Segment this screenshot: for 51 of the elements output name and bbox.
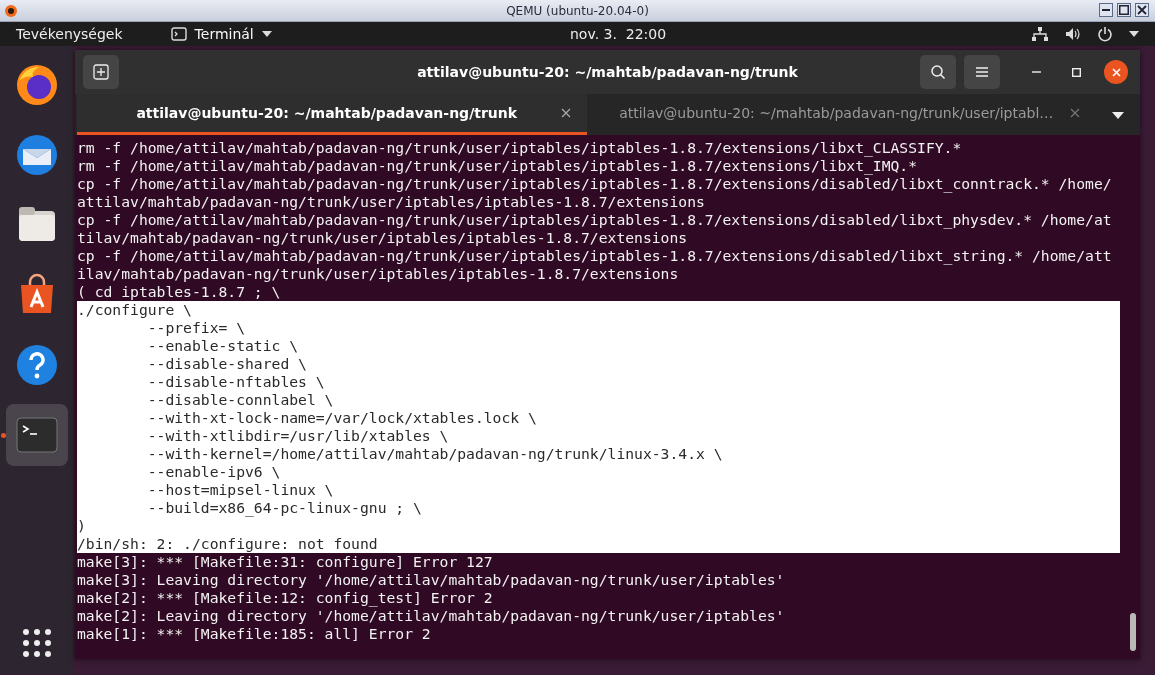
caret-icon bbox=[1129, 31, 1139, 37]
terminal-line: tilav/mahtab/padavan-ng/trunk/user/iptables/iptables-1.8.7/extensions bbox=[77, 229, 689, 247]
terminal-line: rm -f /home/attilav/mahtab/padavan-ng/trunk/user/iptables/iptables-1.8.7/extensions/libxt_CLASSIFY.* bbox=[77, 139, 963, 157]
terminal-tab[interactable]: attilav@ubuntu-20: ~/mahtab/padavan-ng/trunk bbox=[77, 94, 587, 135]
terminal-line: ilav/mahtab/padavan-ng/trunk/user/iptables/iptables-1.8.7/extensions bbox=[77, 265, 680, 283]
menu-button[interactable] bbox=[964, 55, 1000, 89]
app-menu-button[interactable]: Terminál bbox=[170, 23, 272, 45]
terminal-line: make[1]: *** [Makefile:185: all] Error 2 bbox=[77, 625, 432, 643]
maximize-icon bbox=[1071, 67, 1081, 77]
close-icon[interactable] bbox=[560, 108, 571, 118]
terminal-line: ( cd iptables-1.8.7 ; \ bbox=[77, 283, 282, 301]
minimize-button[interactable] bbox=[1099, 3, 1113, 17]
close-button[interactable] bbox=[1135, 3, 1149, 17]
close-icon bbox=[1111, 67, 1121, 77]
terminal-line: make[2]: Leaving directory '/home/attilav/mahtab/padavan-ng/trunk/user/iptables' bbox=[77, 607, 786, 625]
activities-button[interactable]: Tevékenységek bbox=[16, 23, 123, 45]
show-apps-button[interactable] bbox=[21, 628, 52, 658]
maximize-icon bbox=[1119, 5, 1129, 15]
network-icon bbox=[1031, 26, 1049, 42]
window-title: QEMU (ubuntu-20.04-0) bbox=[506, 2, 649, 20]
terminal-line: cp -f /home/attilav/mahtab/padavan-ng/trunk/user/iptables/iptables-1.8.7/extensions/disabled/libxt_physdev.* /home/at bbox=[77, 211, 1113, 229]
terminal-line: rm -f /home/attilav/mahtab/padavan-ng/trunk/user/iptables/iptables-1.8.7/extensions/libxt_IMQ.* bbox=[77, 157, 919, 175]
terminal-icon bbox=[170, 27, 187, 41]
terminal-line: cp -f /home/attilav/mahtab/padavan-ng/trunk/user/iptables/iptables-1.8.7/extensions/disabled/libxt_conntrack.* /home/ bbox=[77, 175, 1113, 193]
terminal-line: attilav/mahtab/padavan-ng/trunk/user/iptables/iptables-1.8.7/extensions bbox=[77, 193, 706, 211]
terminal-line: make[2]: *** [Makefile:12: config_test] Error 2 bbox=[77, 589, 494, 607]
terminal-title: attilav@ubuntu-20: ~/mahtab/padavan-ng/trunk bbox=[417, 62, 798, 82]
close-icon[interactable] bbox=[1070, 108, 1080, 118]
grid-icon bbox=[21, 628, 52, 658]
power-icon bbox=[1097, 26, 1113, 42]
caret-icon bbox=[261, 31, 272, 37]
terminal-tab[interactable]: attilav@ubuntu-20: ~/mahtab/padavan-ng/trunk/user/iptabl… bbox=[586, 94, 1096, 135]
terminal-line: make[3]: *** [Makefile:31: configure] Error 127 bbox=[77, 553, 494, 571]
clock[interactable]: nov. 3. 22:00 bbox=[570, 23, 667, 45]
running-indicator bbox=[0, 433, 6, 438]
search-button[interactable] bbox=[920, 55, 956, 89]
new-tab-button[interactable] bbox=[83, 55, 119, 89]
menu-icon bbox=[975, 66, 989, 78]
app-logo-icon bbox=[4, 4, 18, 18]
close-button[interactable] bbox=[1104, 60, 1128, 84]
terminal-line: make[3]: Leaving directory '/home/attilav/mahtab/padavan-ng/trunk/user/iptables' bbox=[77, 571, 786, 589]
scrollbar-thumb[interactable] bbox=[1130, 613, 1136, 651]
minimize-icon bbox=[1102, 9, 1110, 11]
maximize-button[interactable] bbox=[1117, 3, 1131, 17]
terminal-line: cp -f /home/attilav/mahtab/padavan-ng/trunk/user/iptables/iptables-1.8.7/extensions/disabled/libxt_string.* /home/att bbox=[77, 247, 1113, 265]
close-icon bbox=[1137, 5, 1147, 15]
add-tab-icon bbox=[93, 64, 109, 80]
caret-icon bbox=[1112, 111, 1124, 119]
volume-icon bbox=[1065, 27, 1081, 41]
search-icon bbox=[930, 64, 946, 80]
minimize-icon bbox=[1031, 71, 1041, 73]
